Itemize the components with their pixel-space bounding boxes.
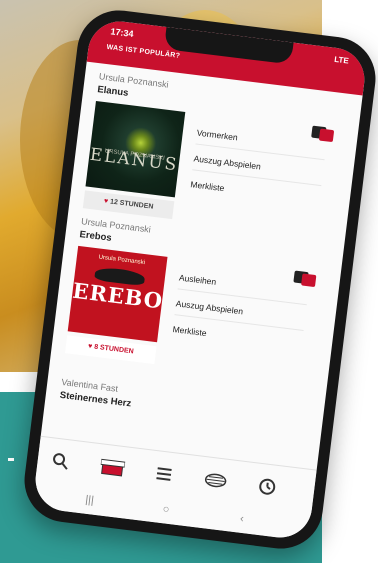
cover-author: Ursula Poznanski — [98, 254, 146, 267]
action-play-excerpt[interactable]: Auszug Abspielen — [175, 298, 243, 316]
cover-title: ELANUS — [88, 144, 180, 176]
action-watchlist[interactable]: Merkliste — [172, 324, 207, 338]
duration-label: 12 STUNDEN — [109, 198, 154, 211]
book-item-erebos[interactable]: Ursula Poznanski Erebos Ursula Poznanski… — [65, 214, 344, 365]
box-icon[interactable] — [311, 124, 335, 143]
action-reserve[interactable]: Vormerken — [196, 128, 238, 143]
book-item-steinernes-herz[interactable]: Valentina Fast Steinernes Herz — [48, 375, 324, 410]
box-icon-front — [318, 128, 335, 143]
search-icon[interactable] — [46, 448, 75, 475]
home-button[interactable]: ○ — [162, 503, 170, 516]
status-time: 17:34 — [109, 26, 135, 40]
book-title[interactable]: Elanus — [97, 84, 129, 99]
heart-icon: ♥ — [87, 342, 93, 351]
back-button[interactable]: ‹ — [239, 513, 244, 525]
box-icon[interactable] — [293, 269, 317, 288]
book-cover[interactable]: Ursula Poznanski EREBOS — [67, 245, 168, 343]
status-signal: LTE — [333, 54, 350, 66]
action-play-excerpt[interactable]: Auszug Abspielen — [193, 153, 261, 171]
history-icon[interactable] — [253, 473, 282, 500]
box-icon[interactable] — [98, 454, 127, 481]
recent-apps-button[interactable]: ||| — [85, 494, 95, 507]
phone-device: 17:34 LTE WAS IST POPULÄR? Ursula Poznan… — [19, 5, 378, 554]
action-watchlist[interactable]: Merkliste — [190, 179, 225, 193]
duration-label: 8 STUNDEN — [93, 343, 134, 356]
action-borrow[interactable]: Ausleihen — [178, 272, 216, 286]
book-title[interactable]: Steinernes Herz — [59, 390, 132, 410]
menu-icon[interactable] — [150, 461, 179, 488]
cover-title: EREBOS — [71, 277, 168, 316]
heart-icon: ♥ — [103, 197, 109, 206]
book-cover[interactable]: URSULA POZNANSKI ELANUS — [85, 100, 186, 198]
banner-dash — [8, 458, 14, 461]
reel-icon[interactable] — [201, 467, 230, 494]
box-icon-front — [301, 273, 317, 288]
book-title[interactable]: Erebos — [79, 229, 112, 244]
phone-screen: 17:34 LTE WAS IST POPULÄR? Ursula Poznan… — [31, 17, 369, 542]
